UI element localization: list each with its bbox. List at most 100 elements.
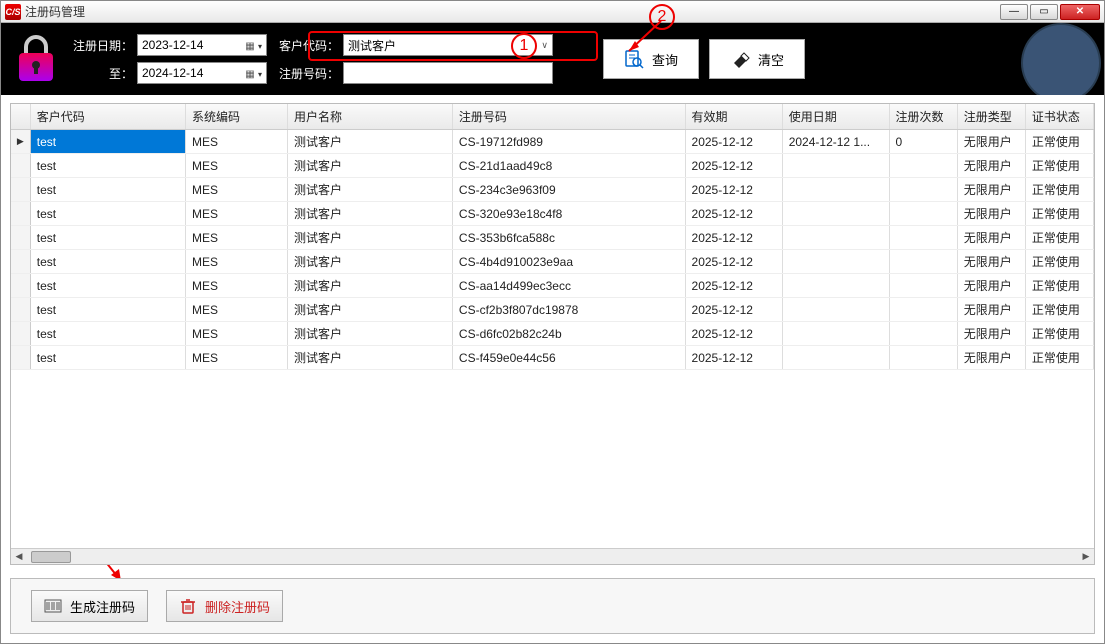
cell-customer-code: test [31, 130, 186, 153]
cell-used-date [783, 202, 890, 225]
col-customer-code[interactable]: 客户代码 [31, 104, 186, 129]
clear-button[interactable]: 清空 [709, 39, 805, 79]
cell-reg-type: 无限用户 [958, 178, 1026, 201]
cell-reg-type: 无限用户 [958, 226, 1026, 249]
registration-grid: 客户代码 系统编码 用户名称 注册号码 有效期 使用日期 注册次数 注册类型 证… [10, 103, 1095, 565]
col-used-date[interactable]: 使用日期 [783, 104, 890, 129]
cell-system-code: MES [186, 346, 288, 369]
chevron-down-icon: ∨ [541, 40, 548, 51]
cell-used-date [783, 322, 890, 345]
cell-reg-count [890, 154, 958, 177]
cell-expiry: 2025-12-12 [686, 130, 783, 153]
cell-reg-no: CS-353b6fca588c [453, 226, 686, 249]
cell-used-date [783, 298, 890, 321]
cell-cert-status: 正常使用 [1026, 202, 1094, 225]
cell-reg-count [890, 226, 958, 249]
cell-customer-code: test [31, 298, 186, 321]
cell-cert-status: 正常使用 [1026, 154, 1094, 177]
close-button[interactable] [1060, 4, 1100, 20]
cell-reg-type: 无限用户 [958, 154, 1026, 177]
cell-user-name: 测试客户 [288, 202, 453, 225]
cell-system-code: MES [186, 202, 288, 225]
col-user-name[interactable]: 用户名称 [288, 104, 453, 129]
table-row[interactable]: testMES测试客户CS-4b4d910023e9aa2025-12-12无限… [11, 250, 1094, 274]
cell-cert-status: 正常使用 [1026, 130, 1094, 153]
col-reg-no[interactable]: 注册号码 [453, 104, 686, 129]
col-cert-status[interactable]: 证书状态 [1026, 104, 1094, 129]
cell-customer-code: test [31, 154, 186, 177]
cell-user-name: 测试客户 [288, 130, 453, 153]
horizontal-scrollbar[interactable]: ◀ ▶ [11, 548, 1094, 564]
query-button-label: 查询 [652, 50, 678, 69]
col-reg-count[interactable]: 注册次数 [890, 104, 958, 129]
cell-reg-type: 无限用户 [958, 298, 1026, 321]
cell-reg-count [890, 202, 958, 225]
table-row[interactable]: testMES测试客户CS-234c3e963f092025-12-12无限用户… [11, 178, 1094, 202]
scroll-thumb[interactable] [31, 551, 71, 563]
cell-cert-status: 正常使用 [1026, 322, 1094, 345]
grid-body[interactable]: ▶testMES测试客户CS-19712fd9892025-12-122024-… [11, 130, 1094, 548]
table-row[interactable]: testMES测试客户CS-21d1aad49c82025-12-12无限用户正… [11, 154, 1094, 178]
table-row[interactable]: testMES测试客户CS-cf2b3f807dc198782025-12-12… [11, 298, 1094, 322]
reg-no-input[interactable] [343, 62, 553, 84]
cell-cert-status: 正常使用 [1026, 298, 1094, 321]
cell-customer-code: test [31, 226, 186, 249]
cell-customer-code: test [31, 322, 186, 345]
cell-customer-code: test [31, 250, 186, 273]
table-row[interactable]: testMES测试客户CS-d6fc02b82c24b2025-12-12无限用… [11, 322, 1094, 346]
cell-reg-no: CS-4b4d910023e9aa [453, 250, 686, 273]
cell-used-date [783, 226, 890, 249]
cell-reg-type: 无限用户 [958, 346, 1026, 369]
cell-expiry: 2025-12-12 [686, 202, 783, 225]
cell-used-date: 2024-12-12 1... [783, 130, 890, 153]
calendar-icon: ▦ [245, 69, 254, 80]
cell-user-name: 测试客户 [288, 274, 453, 297]
cell-expiry: 2025-12-12 [686, 178, 783, 201]
row-indicator [11, 178, 31, 201]
query-button[interactable]: 查询 [603, 39, 699, 79]
eraser-icon [730, 49, 750, 69]
cell-reg-count [890, 346, 958, 369]
table-row[interactable]: testMES测试客户CS-f459e0e44c562025-12-12无限用户… [11, 346, 1094, 370]
cell-expiry: 2025-12-12 [686, 298, 783, 321]
reg-no-label: 注册号码： [277, 65, 339, 82]
cell-reg-no: CS-f459e0e44c56 [453, 346, 686, 369]
delete-button-label: 删除注册码 [205, 597, 270, 616]
grid-header: 客户代码 系统编码 用户名称 注册号码 有效期 使用日期 注册次数 注册类型 证… [11, 104, 1094, 130]
cell-system-code: MES [186, 274, 288, 297]
cell-customer-code: test [31, 274, 186, 297]
table-row[interactable]: ▶testMES测试客户CS-19712fd9892025-12-122024-… [11, 130, 1094, 154]
cell-system-code: MES [186, 130, 288, 153]
row-indicator [11, 274, 31, 297]
col-reg-type[interactable]: 注册类型 [958, 104, 1026, 129]
reg-date-to-input[interactable]: 2024-12-14 ▦ ▾ [137, 62, 267, 84]
table-row[interactable]: testMES测试客户CS-aa14d499ec3ecc2025-12-12无限… [11, 274, 1094, 298]
cell-reg-type: 无限用户 [958, 202, 1026, 225]
cell-user-name: 测试客户 [288, 154, 453, 177]
col-system-code[interactable]: 系统编码 [186, 104, 288, 129]
cell-user-name: 测试客户 [288, 322, 453, 345]
scroll-left-arrow[interactable]: ◀ [11, 550, 27, 564]
generate-reg-code-button[interactable]: 生成注册码 [31, 590, 148, 622]
search-icon [624, 49, 644, 69]
cell-system-code: MES [186, 322, 288, 345]
cell-expiry: 2025-12-12 [686, 154, 783, 177]
reg-date-from-input[interactable]: 2023-12-14 ▦ ▾ [137, 34, 267, 56]
cell-customer-code: test [31, 178, 186, 201]
col-expiry[interactable]: 有效期 [686, 104, 783, 129]
generate-button-label: 生成注册码 [70, 597, 135, 616]
cell-system-code: MES [186, 178, 288, 201]
scroll-right-arrow[interactable]: ▶ [1078, 550, 1094, 564]
titlebar: C/S 注册码管理 [1, 1, 1104, 23]
row-indicator [11, 322, 31, 345]
delete-reg-code-button[interactable]: 删除注册码 [166, 590, 283, 622]
minimize-button[interactable] [1000, 4, 1028, 20]
table-row[interactable]: testMES测试客户CS-320e93e18c4f82025-12-12无限用… [11, 202, 1094, 226]
table-row[interactable]: testMES测试客户CS-353b6fca588c2025-12-12无限用户… [11, 226, 1094, 250]
cell-user-name: 测试客户 [288, 298, 453, 321]
cell-reg-type: 无限用户 [958, 130, 1026, 153]
cell-expiry: 2025-12-12 [686, 250, 783, 273]
customer-code-select[interactable]: 测试客户 ∨ [343, 34, 553, 56]
cell-user-name: 测试客户 [288, 226, 453, 249]
maximize-button[interactable] [1030, 4, 1058, 20]
